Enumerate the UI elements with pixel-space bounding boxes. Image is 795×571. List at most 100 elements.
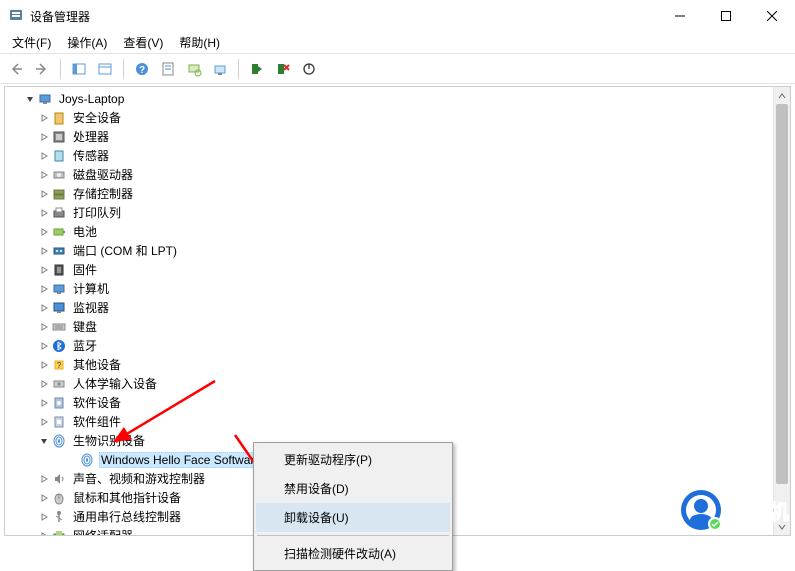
- expand-icon[interactable]: [37, 111, 51, 125]
- maximize-button[interactable]: [703, 0, 749, 32]
- biometric-icon: [79, 452, 95, 468]
- expand-icon[interactable]: [37, 244, 51, 258]
- keyboard-icon: [51, 319, 67, 335]
- tree-category[interactable]: 键盘: [5, 317, 790, 336]
- tree-category[interactable]: 存储控制器: [5, 184, 790, 203]
- tree-category-label: 安全设备: [71, 108, 123, 127]
- expand-icon[interactable]: [37, 377, 51, 391]
- expand-icon[interactable]: [37, 529, 51, 537]
- toolbar-view[interactable]: [93, 57, 117, 81]
- storage-icon: [51, 186, 67, 202]
- menu-help[interactable]: 帮助(H): [171, 32, 228, 53]
- expand-icon[interactable]: [23, 92, 37, 106]
- security-icon: [51, 110, 67, 126]
- toolbar-enable[interactable]: [245, 57, 269, 81]
- tree-category[interactable]: 固件: [5, 260, 790, 279]
- menu-view[interactable]: 查看(V): [115, 32, 171, 53]
- minimize-button[interactable]: [657, 0, 703, 32]
- watermark-icon: [679, 488, 723, 532]
- tree-category[interactable]: 安全设备: [5, 108, 790, 127]
- tree-category[interactable]: 传感器: [5, 146, 790, 165]
- ctx-scan-hardware[interactable]: 扫描检测硬件改动(A): [256, 539, 450, 568]
- tree-category[interactable]: 人体学输入设备: [5, 374, 790, 393]
- tree-root[interactable]: Joys-Laptop: [5, 89, 790, 108]
- expand-icon[interactable]: [37, 434, 51, 448]
- scroll-thumb[interactable]: [776, 104, 788, 484]
- toolbar-uninstall[interactable]: [271, 57, 295, 81]
- ctx-uninstall-device[interactable]: 卸载设备(U): [256, 503, 450, 532]
- expand-icon[interactable]: [37, 187, 51, 201]
- expand-icon[interactable]: [37, 301, 51, 315]
- tree-category[interactable]: 监视器: [5, 298, 790, 317]
- menu-bar: 文件(F) 操作(A) 查看(V) 帮助(H): [0, 32, 795, 54]
- expand-icon[interactable]: [37, 358, 51, 372]
- context-menu: 更新驱动程序(P) 禁用设备(D) 卸载设备(U) 扫描检测硬件改动(A): [253, 442, 453, 571]
- toolbar-update[interactable]: [208, 57, 232, 81]
- tree-category-label: 监视器: [71, 298, 111, 317]
- expand-icon[interactable]: [37, 510, 51, 524]
- close-button[interactable]: [749, 0, 795, 32]
- menu-file[interactable]: 文件(F): [4, 32, 59, 53]
- toolbar-properties[interactable]: [156, 57, 180, 81]
- bluetooth-icon: [51, 338, 67, 354]
- expand-icon[interactable]: [37, 263, 51, 277]
- expand-icon[interactable]: [37, 396, 51, 410]
- ctx-update-driver[interactable]: 更新驱动程序(P): [256, 445, 450, 474]
- expand-icon[interactable]: [37, 206, 51, 220]
- usb-icon: [51, 509, 67, 525]
- tree-category-label: 处理器: [71, 127, 111, 146]
- svg-text:?: ?: [57, 361, 62, 370]
- vertical-scrollbar[interactable]: [773, 87, 790, 535]
- expand-icon[interactable]: [37, 320, 51, 334]
- toolbar-back[interactable]: [4, 57, 28, 81]
- tree-category-label: 软件设备: [71, 393, 123, 412]
- app-icon: [8, 8, 24, 24]
- expand-icon[interactable]: [37, 225, 51, 239]
- expand-icon[interactable]: [37, 339, 51, 353]
- tree-category-label: 电池: [71, 222, 99, 241]
- expand-icon[interactable]: [37, 282, 51, 296]
- toolbar-help[interactable]: ?: [130, 57, 154, 81]
- tree-category[interactable]: 软件设备: [5, 393, 790, 412]
- tree-category[interactable]: 电池: [5, 222, 790, 241]
- tree-category[interactable]: 打印队列: [5, 203, 790, 222]
- tree-category[interactable]: 端口 (COM 和 LPT): [5, 241, 790, 260]
- tree-device-label: Windows Hello Face Softwar: [99, 452, 256, 468]
- tree-category-label: 通用串行总线控制器: [71, 507, 183, 526]
- expand-icon[interactable]: [37, 491, 51, 505]
- expand-icon[interactable]: [37, 149, 51, 163]
- printer-icon: [51, 205, 67, 221]
- port-icon: [51, 243, 67, 259]
- toolbar: ?: [0, 54, 795, 84]
- tree-category-label: 生物识别设备: [71, 431, 147, 450]
- expand-icon[interactable]: [37, 130, 51, 144]
- toolbar-scan[interactable]: [182, 57, 206, 81]
- firmware-icon: [51, 262, 67, 278]
- tree-category[interactable]: 磁盘驱动器: [5, 165, 790, 184]
- tree-root-label: Joys-Laptop: [57, 91, 126, 107]
- menu-action[interactable]: 操作(A): [59, 32, 115, 53]
- window-controls: [657, 0, 795, 32]
- expand-icon[interactable]: [37, 415, 51, 429]
- cpu-icon: [51, 129, 67, 145]
- tree-category[interactable]: 计算机: [5, 279, 790, 298]
- tree-category-label: 打印队列: [71, 203, 123, 222]
- tree-category[interactable]: 处理器: [5, 127, 790, 146]
- monitor-icon: [51, 300, 67, 316]
- tree-category-label: 存储控制器: [71, 184, 135, 203]
- expand-icon[interactable]: [37, 168, 51, 182]
- tree-category-label: 端口 (COM 和 LPT): [71, 241, 179, 260]
- hid-icon: [51, 376, 67, 392]
- toolbar-power[interactable]: [297, 57, 321, 81]
- expand-icon[interactable]: [37, 472, 51, 486]
- toolbar-show-hide[interactable]: [67, 57, 91, 81]
- tree-category[interactable]: 蓝牙: [5, 336, 790, 355]
- scroll-up-button[interactable]: [774, 87, 790, 104]
- tree-category-label: 磁盘驱动器: [71, 165, 135, 184]
- tree-category-label: 软件组件: [71, 412, 123, 431]
- toolbar-forward[interactable]: [30, 57, 54, 81]
- tree-category[interactable]: ?其他设备: [5, 355, 790, 374]
- software2-icon: [51, 414, 67, 430]
- ctx-disable-device[interactable]: 禁用设备(D): [256, 474, 450, 503]
- tree-category[interactable]: 软件组件: [5, 412, 790, 431]
